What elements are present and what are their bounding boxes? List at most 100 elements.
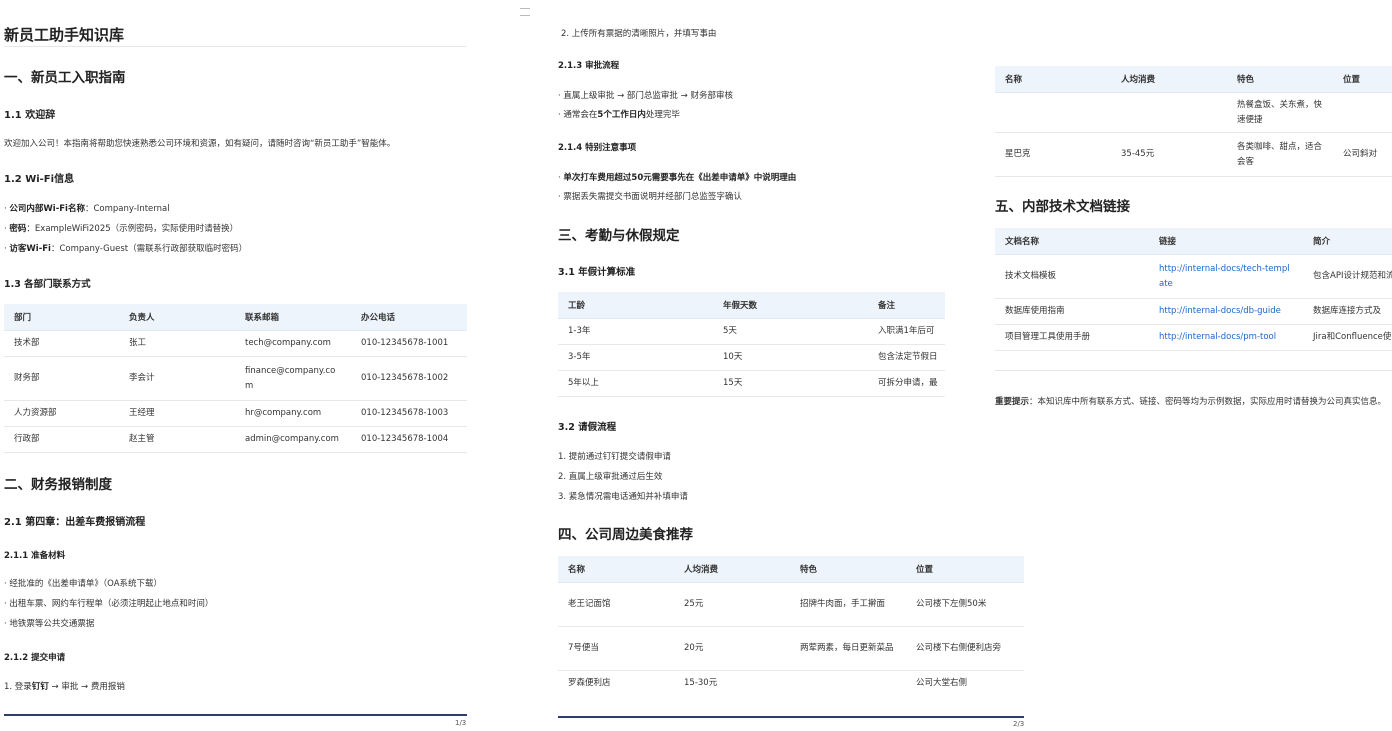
section-5-heading: 五、内部技术文档链接 xyxy=(995,199,1130,215)
table-header: 部门 xyxy=(4,304,119,331)
table-row: 财务部 李会计 finance@company.com 010-12345678… xyxy=(4,356,467,401)
table-cell: 7号便当 xyxy=(558,626,674,671)
leave-table: 工龄 年假天数 备注 1-3年 5天 入职满1年后可 3-5年 10天 包含法定… xyxy=(558,292,945,397)
notice-item: · 票据丢失需提交书面说明并经部门总监签字确认 xyxy=(558,192,742,202)
table-cell: 各类咖啡、甜点，适合会客 xyxy=(1227,132,1333,177)
table-cell: 项目管理工具使用手册 xyxy=(995,324,1149,351)
table-cell: 包含法定节假日 xyxy=(868,344,945,371)
section-1-3-heading: 1.3 各部门联系方式 xyxy=(4,279,91,290)
table-cell: 15-30元 xyxy=(674,670,790,695)
table-cell: tech@company.com xyxy=(235,330,351,357)
table-header: 链接 xyxy=(1149,228,1303,255)
section-divider xyxy=(995,370,1392,371)
section-2-heading: 二、财务报销制度 xyxy=(4,477,112,493)
section-2-1-3-heading: 2.1.3 审批流程 xyxy=(558,61,620,71)
table-cell: 25元 xyxy=(674,582,790,627)
food-table-clip: 名称 人均消费 特色 位置 老王记面馆 25元 招牌牛肉面，手工擀面 公司楼下左… xyxy=(558,556,1024,695)
leave-step: 3. 紧急情况需电话通知并补填申请 xyxy=(558,492,688,502)
table-cell: 公司斜对 xyxy=(1333,132,1392,177)
submit-step: 1. 登录钉钉 → 审批 → 费用报销 xyxy=(4,682,125,692)
section-1-2-heading: 1.2 Wi-Fi信息 xyxy=(4,174,75,185)
table-cell: finance@company.com xyxy=(235,356,351,401)
table-cell: 入职满1年后可 xyxy=(868,318,945,345)
table-header: 联系邮箱 xyxy=(235,304,351,331)
table-cell: 可拆分申请，最 xyxy=(868,370,945,397)
page-footer-bar xyxy=(4,714,467,716)
table-cell: 王经理 xyxy=(119,400,235,427)
contacts-table: 部门 负责人 联系邮箱 办公电话 技术部 张工 tech@company.com… xyxy=(4,304,467,453)
table-cell: 5年以上 xyxy=(558,370,713,397)
submit-step: 2. 上传所有票据的清晰照片，并填写事由 xyxy=(561,29,717,39)
page-footer-bar xyxy=(558,716,1024,718)
table-cell: 数据库连接方式及 xyxy=(1303,298,1392,325)
approval-item: · 直属上级审批 → 部门总监审批 → 财务部审核 xyxy=(558,91,733,101)
table-row: 罗森便利店 15-30元 公司大堂右侧 xyxy=(558,670,1024,695)
table-row: 行政部 赵主管 admin@company.com 010-12345678-1… xyxy=(4,426,467,453)
leave-step: 2. 直属上级审批通过后生效 xyxy=(558,472,663,482)
table-cell xyxy=(995,92,1111,133)
table-row: 3-5年 10天 包含法定节假日 xyxy=(558,344,945,371)
food-table-continued: 名称 人均消费 特色 位置 热餐盒饭、关东煮，快速便捷 星巴克 35-45元 各… xyxy=(995,66,1392,177)
table-cell: 热餐盒饭、关东煮，快速便捷 xyxy=(1227,92,1333,133)
table-row: 数据库使用指南 http://internal-docs/db-guide 数据… xyxy=(995,298,1392,325)
table-row: 星巴克 35-45元 各类咖啡、甜点，适合会客 公司斜对 xyxy=(995,132,1392,177)
table-cell: 老王记面馆 xyxy=(558,582,674,627)
table-cell xyxy=(1333,92,1392,133)
table-header: 工龄 xyxy=(558,292,713,319)
table-cell: 包含API设计规范和流程 xyxy=(1303,254,1392,299)
table-header: 文档名称 xyxy=(995,228,1149,255)
table-cell: 10天 xyxy=(713,344,868,371)
table-cell xyxy=(790,670,906,695)
table-cell: admin@company.com xyxy=(235,426,351,453)
section-4-heading: 四、公司周边美食推荐 xyxy=(558,527,693,543)
leave-step: 1. 提前通过钉钉提交请假申请 xyxy=(558,452,671,462)
table-cell: 人力资源部 xyxy=(4,400,119,427)
wifi-item: · 公司内部Wi-Fi名称：Company-Internal xyxy=(4,204,170,214)
table-cell: 010-12345678-1004 xyxy=(351,426,467,453)
table-header: 人均消费 xyxy=(1111,66,1227,93)
table-header: 办公电话 xyxy=(351,304,467,331)
table-cell: 20元 xyxy=(674,626,790,671)
table-header: 名称 xyxy=(558,556,674,583)
table-cell: 罗森便利店 xyxy=(558,670,674,695)
table-cell: 赵主管 xyxy=(119,426,235,453)
doc-link[interactable]: http://internal-docs/tech-template xyxy=(1149,254,1303,299)
table-cell: 张工 xyxy=(119,330,235,357)
doc-link[interactable]: http://internal-docs/db-guide xyxy=(1149,298,1303,325)
table-cell: 5天 xyxy=(713,318,868,345)
table-cell: 010-12345678-1002 xyxy=(351,356,467,401)
table-cell: Jira和Confluence使 xyxy=(1303,324,1392,351)
table-cell: 010-12345678-1003 xyxy=(351,400,467,427)
table-cell: 数据库使用指南 xyxy=(995,298,1149,325)
section-3-2-heading: 3.2 请假流程 xyxy=(558,422,617,433)
docs-table: 文档名称 链接 简介 技术文档模板 http://internal-docs/t… xyxy=(995,228,1392,351)
table-cell: 010-12345678-1001 xyxy=(351,330,467,357)
table-row: 1-3年 5天 入职满1年后可 xyxy=(558,318,945,345)
welcome-text: 欢迎加入公司！本指南将帮助您快速熟悉公司环境和资源，如有疑问，请随时咨询“新员工… xyxy=(4,139,396,149)
table-row: 项目管理工具使用手册 http://internal-docs/pm-tool … xyxy=(995,324,1392,351)
table-cell: 1-3年 xyxy=(558,318,713,345)
table-row: 人力资源部 王经理 hr@company.com 010-12345678-10… xyxy=(4,400,467,427)
table-header: 特色 xyxy=(790,556,906,583)
table-cell: 3-5年 xyxy=(558,344,713,371)
wifi-item: · 密码：ExampleWiFi2025（示例密码，实际使用时请替换） xyxy=(4,224,239,234)
section-3-1-heading: 3.1 年假计算标准 xyxy=(558,267,636,278)
important-note: 重要提示：本知识库中所有联系方式、链接、密码等均为示例数据，实际应用时请替换为公… xyxy=(995,397,1387,407)
wifi-item: · 访客Wi-Fi：Company-Guest（需联系行政部获取临时密码） xyxy=(4,244,248,254)
table-header: 备注 xyxy=(868,292,945,319)
table-row: 7号便当 20元 两荤两素，每日更新菜品 公司楼下右侧便利店旁 xyxy=(558,626,1024,671)
section-2-1-heading: 2.1 第四章：出差车费报销流程 xyxy=(4,517,146,528)
doc-link[interactable]: http://internal-docs/pm-tool xyxy=(1149,324,1303,351)
table-header: 年假天数 xyxy=(713,292,868,319)
page-number: 1/3 xyxy=(455,719,467,727)
table-cell: hr@company.com xyxy=(235,400,351,427)
section-1-1-heading: 1.1 欢迎辞 xyxy=(4,110,56,121)
table-header: 特色 xyxy=(1227,66,1333,93)
section-2-1-4-heading: 2.1.4 特别注意事项 xyxy=(558,143,637,153)
page-3: 名称 人均消费 特色 位置 热餐盒饭、关东煮，快速便捷 星巴克 35-45元 各… xyxy=(993,0,1392,731)
doc-title: 新员工助手知识库 xyxy=(4,26,125,44)
section-3-heading: 三、考勤与休假规定 xyxy=(558,228,680,244)
table-header: 人均消费 xyxy=(674,556,790,583)
table-row: 老王记面馆 25元 招牌牛肉面，手工擀面 公司楼下左侧50米 xyxy=(558,582,1024,627)
food-table: 名称 人均消费 特色 位置 老王记面馆 25元 招牌牛肉面，手工擀面 公司楼下左… xyxy=(558,556,1024,695)
